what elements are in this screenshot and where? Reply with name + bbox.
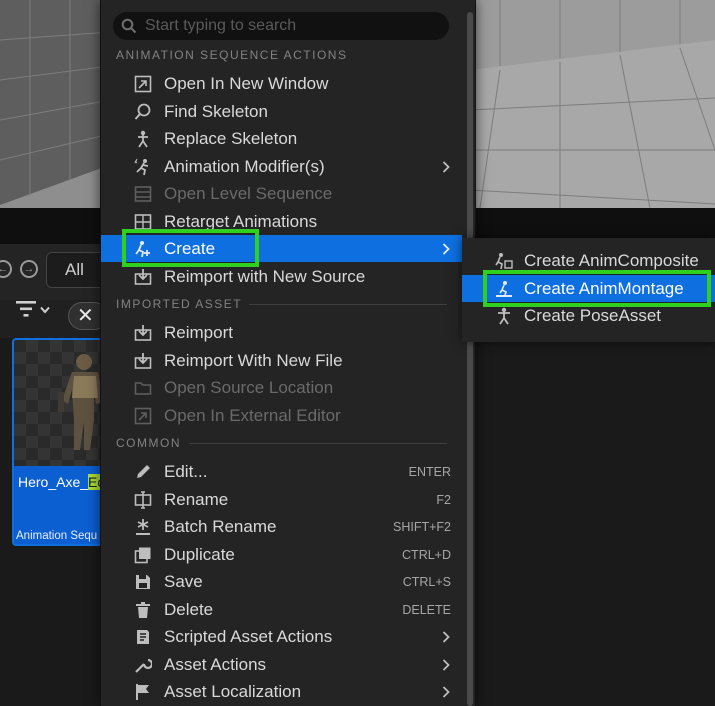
menu-item-label: Open Source Location bbox=[164, 378, 334, 397]
menu-item-delete[interactable]: Delete DELETE bbox=[101, 596, 462, 623]
menu-item-batch-rename[interactable]: Batch Rename SHIFT+F2 bbox=[101, 513, 462, 540]
chevron-down-icon[interactable] bbox=[40, 306, 50, 314]
menu-item-rename[interactable]: Rename F2 bbox=[101, 486, 462, 513]
menu-item-scripted-asset-actions[interactable]: Scripted Asset Actions bbox=[101, 623, 462, 650]
shortcut-label: F2 bbox=[436, 493, 451, 507]
chevron-right-icon bbox=[442, 631, 450, 643]
submenu-item-label: Create PoseAsset bbox=[524, 306, 662, 325]
menu-item-label: Reimport with New Source bbox=[164, 267, 366, 286]
duplicate-icon bbox=[134, 547, 151, 564]
menu-item-label: Duplicate bbox=[164, 545, 235, 564]
menu-item-label: Delete bbox=[164, 600, 214, 619]
save-icon bbox=[136, 575, 150, 589]
reimport-file-icon bbox=[134, 353, 152, 369]
folder-icon bbox=[134, 382, 152, 395]
chevron-right-icon bbox=[442, 243, 450, 255]
asset-context-menu: ANIMATION SEQUENCE ACTIONS Open In New W… bbox=[100, 0, 476, 706]
menu-item-asset-actions[interactable]: Asset Actions bbox=[101, 651, 462, 678]
menu-item-duplicate[interactable]: Duplicate CTRL+D bbox=[101, 541, 462, 568]
pencil-icon bbox=[137, 465, 150, 478]
menu-item-label: Reimport bbox=[164, 323, 233, 342]
reimport-icon bbox=[134, 269, 152, 285]
filter-icon[interactable] bbox=[16, 300, 36, 318]
menu-item-label: Rename bbox=[164, 490, 229, 509]
menu-item-label: Scripted Asset Actions bbox=[164, 627, 333, 646]
anim-composite-icon bbox=[495, 253, 513, 270]
menu-item-reimport-with-new-file[interactable]: Reimport With New File bbox=[101, 347, 462, 374]
menu-item-label: Save bbox=[164, 572, 203, 591]
asset-thumbnail bbox=[14, 340, 106, 466]
asset-name: Hero_Axe_Ec bbox=[18, 474, 105, 490]
path-all-button[interactable]: All bbox=[46, 252, 108, 288]
chevron-right-icon bbox=[442, 161, 450, 173]
menu-item-label: Open In External Editor bbox=[164, 406, 341, 425]
search-input[interactable] bbox=[145, 14, 435, 38]
menu-item-asset-localization[interactable]: Asset Localization bbox=[101, 678, 462, 705]
menu-item-label: Reimport With New File bbox=[164, 351, 343, 370]
menu-item-label: Asset Actions bbox=[164, 655, 267, 674]
shortcut-label: ENTER bbox=[408, 465, 451, 479]
level-sequence-icon bbox=[134, 186, 152, 202]
flag-icon bbox=[136, 684, 149, 700]
shortcut-label: SHIFT+F2 bbox=[393, 520, 451, 534]
menu-item-label: Open In New Window bbox=[164, 74, 329, 93]
trash-icon bbox=[136, 602, 150, 618]
shortcut-label: CTRL+S bbox=[402, 575, 451, 589]
menu-item-open-in-new-window[interactable]: Open In New Window bbox=[101, 70, 462, 97]
asset-tile[interactable]: Hero_Axe_Ec Animation Sequ bbox=[12, 338, 108, 546]
menu-item-label: Edit... bbox=[164, 462, 208, 481]
find-icon bbox=[134, 103, 151, 120]
character-thumbnail-icon bbox=[58, 354, 104, 450]
forward-icon[interactable]: → bbox=[20, 260, 38, 278]
menu-item-open-source-location: Open Source Location bbox=[101, 374, 462, 401]
section-imported-asset: IMPORTED ASSET bbox=[116, 297, 243, 311]
create-anim-montage-highlight-callout bbox=[483, 270, 711, 307]
shortcut-label: DELETE bbox=[402, 603, 451, 617]
menu-item-replace-skeleton[interactable]: Replace Skeleton bbox=[101, 125, 462, 152]
menu-item-open-in-external-editor: Open In External Editor bbox=[101, 402, 462, 429]
asset-type-label: Animation Sequ bbox=[16, 530, 98, 542]
reimport-icon bbox=[134, 325, 152, 341]
external-editor-icon bbox=[134, 407, 152, 425]
menu-item-label: Asset Localization bbox=[164, 682, 302, 701]
asset-name-text: Hero_Axe_ bbox=[18, 474, 89, 490]
menu-item-animation-modifiers[interactable]: Animation Modifier(s) bbox=[101, 153, 462, 180]
menu-item-reimport-with-new-source[interactable]: Reimport with New Source bbox=[101, 263, 462, 290]
menu-item-open-level-sequence: Open Level Sequence bbox=[101, 180, 462, 207]
shortcut-label: CTRL+D bbox=[402, 548, 451, 562]
section-divider bbox=[189, 443, 447, 444]
menu-scrollbar[interactable] bbox=[467, 12, 473, 706]
create-submenu: Create AnimComposite Create AnimMontage … bbox=[462, 238, 715, 342]
skeleton-icon bbox=[138, 130, 148, 148]
create-highlight-callout bbox=[122, 229, 259, 267]
section-divider bbox=[249, 304, 447, 305]
open-window-icon bbox=[134, 75, 152, 93]
batch-rename-icon bbox=[136, 519, 150, 535]
menu-item-label: Replace Skeleton bbox=[164, 129, 298, 148]
close-icon: ✕ bbox=[77, 305, 94, 327]
animation-modifier-icon bbox=[134, 158, 149, 176]
submenu-item-label: Create AnimComposite bbox=[524, 251, 699, 270]
search-icon bbox=[121, 18, 137, 34]
rename-icon bbox=[134, 491, 152, 509]
menu-item-find-skeleton[interactable]: Find Skeleton bbox=[101, 98, 462, 125]
menu-item-edit[interactable]: Edit... ENTER bbox=[101, 458, 462, 485]
menu-item-label: Open Level Sequence bbox=[164, 184, 333, 203]
menu-search-box[interactable] bbox=[113, 12, 449, 40]
pose-asset-icon bbox=[498, 307, 510, 325]
menu-item-label: Batch Rename bbox=[164, 517, 277, 536]
menu-item-label: Find Skeleton bbox=[164, 102, 268, 121]
chevron-right-icon bbox=[442, 686, 450, 698]
section-common: COMMON bbox=[116, 436, 181, 450]
menu-item-reimport[interactable]: Reimport bbox=[101, 319, 462, 346]
menu-item-label: Animation Modifier(s) bbox=[164, 157, 325, 176]
menu-item-save[interactable]: Save CTRL+S bbox=[101, 568, 462, 595]
section-animation-sequence-actions: ANIMATION SEQUENCE ACTIONS bbox=[116, 48, 348, 62]
script-icon bbox=[137, 630, 149, 644]
wrench-icon bbox=[135, 658, 152, 673]
chevron-right-icon bbox=[442, 659, 450, 671]
